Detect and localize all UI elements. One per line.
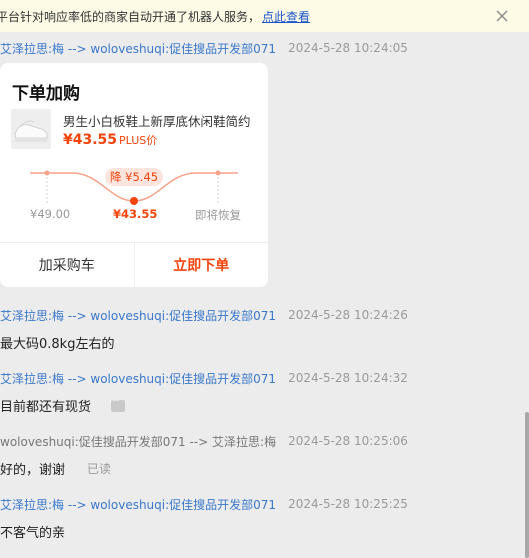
add-to-cart-button[interactable]: 加采购车 [0, 243, 135, 287]
current-price-label: ¥43.55 [113, 207, 158, 221]
message-sender: 艾泽拉思:梅 --> woloveshuqi:促佳搜品开发部071 [0, 308, 277, 323]
notice-text: 平台针对响应率低的商家自动开通了机器人服务， [0, 9, 261, 24]
notice-view-link[interactable]: 点此查看 [262, 8, 310, 25]
message-text: 好的，谢谢 [0, 463, 66, 478]
product-price-value: ¥43.55 [63, 132, 118, 148]
message-meta: 艾泽拉思:梅 --> woloveshuqi:促佳搜品开发部071 2024-5… [0, 496, 408, 512]
close-icon[interactable] [495, 9, 509, 23]
message-sender: 艾泽拉思:梅 --> woloveshuqi:促佳搜品开发部071 [0, 41, 277, 56]
message-time: 2024-5-28 10:24:32 [288, 371, 408, 385]
product-thumbnail[interactable] [11, 109, 51, 149]
order-card: 下单加购 男生小白板鞋上新厚底休闲鞋简约 ¥43.55 PLUS价 降 ¥5.45… [0, 63, 268, 287]
product-price: ¥43.55 PLUS价 [63, 132, 157, 148]
product-name[interactable]: 男生小白板鞋上新厚底休闲鞋简约 [63, 111, 258, 130]
card-title: 下单加购 [12, 84, 80, 104]
message-row: 目前都还有现货 [0, 396, 126, 415]
message-sender: 艾泽拉思:梅 --> woloveshuqi:促佳搜品开发部071 [0, 371, 277, 386]
message-meta: 艾泽拉思:梅 --> woloveshuqi:促佳搜品开发部071 2024-5… [0, 370, 408, 386]
more-options-icon[interactable] [111, 396, 126, 412]
message-text: 最大码0.8kg左右的 [0, 337, 115, 352]
message-sender: woloveshuqi:促佳搜品开发部071 --> 艾泽拉思:梅 [0, 434, 277, 449]
plus-price-label: PLUS价 [119, 134, 158, 147]
card-actions: 加采购车 立即下单 [0, 242, 268, 287]
message-time: 2024-5-28 10:24:05 [288, 41, 408, 55]
message-sender: 艾泽拉思:梅 --> woloveshuqi:促佳搜品开发部071 [0, 497, 277, 512]
restore-soon-label: 即将恢复 [195, 208, 241, 222]
message-time: 2024-5-28 10:25:25 [288, 497, 408, 511]
robot-service-notice: 平台针对响应率低的商家自动开通了机器人服务， 点此查看 [0, 0, 529, 32]
message-time: 2024-5-28 10:25:06 [288, 434, 408, 448]
original-price-label: ¥49.00 [30, 207, 71, 221]
message-time: 2024-5-28 10:24:26 [288, 308, 408, 322]
message-text: 目前都还有现货 [0, 400, 92, 415]
message-meta: 艾泽拉思:梅 --> woloveshuqi:促佳搜品开发部071 2024-5… [0, 40, 408, 56]
read-status: 已读 [87, 462, 112, 476]
scrollbar-thumb[interactable] [525, 412, 529, 558]
message-row: 好的，谢谢 已读 [0, 459, 111, 478]
message-meta: 艾泽拉思:梅 --> woloveshuqi:促佳搜品开发部071 2024-5… [0, 307, 408, 323]
price-drop-badge: 降 ¥5.45 [105, 168, 164, 186]
message-text: 不客气的亲 [0, 526, 66, 541]
buy-now-button[interactable]: 立即下单 [135, 243, 269, 287]
message-meta: woloveshuqi:促佳搜品开发部071 --> 艾泽拉思:梅 2024-5… [0, 433, 408, 449]
